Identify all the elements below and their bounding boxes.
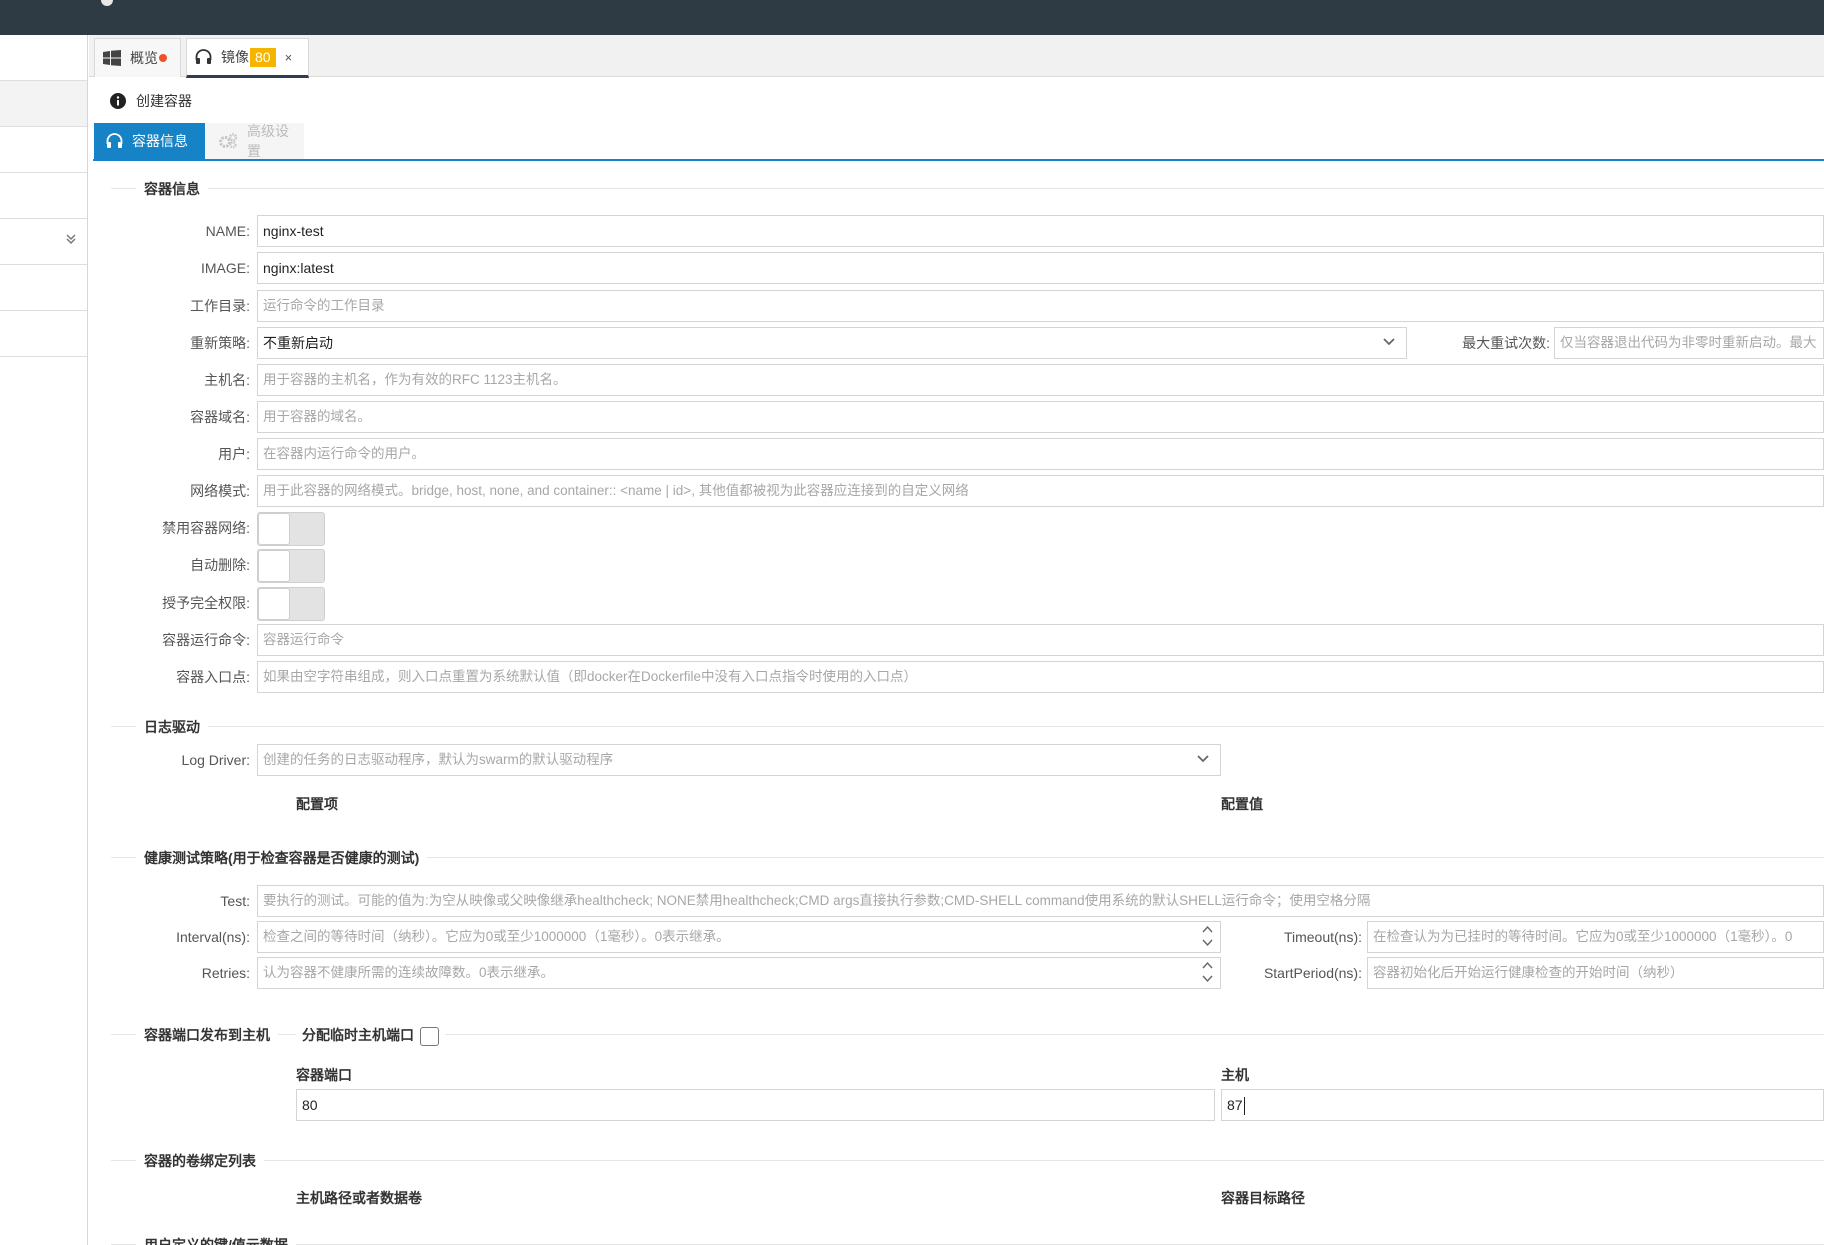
section-title: 容器信息 — [136, 179, 208, 199]
command-label: 容器运行命令: — [162, 632, 250, 648]
select-value: 不重新启动 — [263, 335, 333, 351]
name-label: NAME: — [205, 223, 250, 239]
section-health-check: 健康测试策略(用于检查容器是否健康的测试) — [111, 847, 1824, 868]
retries-label: Retries: — [201, 965, 250, 981]
section-volumes: 容器的卷绑定列表 — [111, 1150, 1824, 1171]
timeout-label: Timeout(ns): — [1283, 929, 1362, 945]
section-title: 健康测试策略(用于检查容器是否健康的测试) — [136, 848, 428, 868]
info-circle-icon — [110, 93, 126, 109]
max-retry-label: 最大重试次数: — [1462, 335, 1550, 351]
section-port-publish: 容器端口发布到主机 分配临时主机端口 — [111, 1024, 1824, 1046]
form-tabs: 容器信息 高级设置 — [93, 123, 1824, 161]
privileged-toggle[interactable] — [257, 587, 325, 621]
sidebar-item[interactable] — [0, 127, 87, 173]
command-input[interactable]: 容器运行命令 — [257, 624, 1824, 656]
disable-network-label: 禁用容器网络: — [162, 520, 250, 536]
count-badge: 80 — [250, 47, 276, 67]
top-bar — [0, 0, 1824, 35]
section-title: 容器的卷绑定列表 — [136, 1151, 264, 1171]
section-labels: 用户定义的键/值元数据 — [111, 1234, 1824, 1245]
container-port-header: 容器端口 — [296, 1067, 352, 1083]
image-label: IMAGE: — [200, 260, 250, 276]
restart-policy-label: 重新策略: — [190, 335, 250, 351]
chevron-down-icon — [1196, 751, 1210, 765]
test-input[interactable]: 要执行的测试。可能的值为:为空从映像或父映像继承healthcheck; NON… — [257, 885, 1824, 917]
panel-title: 创建容器 — [110, 91, 192, 111]
toggle-knob — [258, 588, 290, 620]
test-label: Test: — [220, 893, 250, 909]
start-period-input[interactable]: 容器初始化后开始运行健康检查的开始时间（纳秒） — [1367, 957, 1824, 989]
hostname-input[interactable]: 用于容器的主机名，作为有效的RFC 1123主机名。 — [257, 364, 1824, 396]
headset-icon — [195, 49, 212, 65]
entrypoint-label: 容器入口点: — [176, 669, 250, 685]
close-icon[interactable]: × — [285, 50, 293, 65]
config-value-header: 配置值 — [1221, 796, 1263, 812]
entrypoint-input[interactable]: 如果由空字符串组成，则入口点重置为系统默认值（即docker在Dockerfil… — [257, 661, 1824, 693]
toggle-knob — [258, 513, 290, 545]
container-port-input[interactable]: 80 — [296, 1089, 1215, 1121]
sidebar-item-active[interactable] — [0, 81, 87, 127]
tab-label: 高级设置 — [247, 123, 289, 159]
ephemeral-port-option: 分配临时主机端口 — [296, 1025, 445, 1046]
config-key-header: 配置项 — [296, 796, 338, 812]
user-input[interactable]: 在容器内运行命令的用户。 — [257, 438, 1824, 470]
unsaved-dot-icon — [159, 54, 167, 62]
sidebar-item[interactable] — [0, 35, 87, 81]
windows-icon — [103, 50, 121, 66]
start-period-label: StartPeriod(ns): — [1263, 965, 1362, 981]
host-path-header: 主机路径或者数据卷 — [296, 1190, 422, 1206]
section-title: 用户定义的键/值元数据 — [136, 1235, 296, 1245]
hostname-label: 主机名: — [204, 372, 250, 388]
network-mode-label: 网络模式: — [190, 483, 250, 499]
gears-icon — [218, 133, 238, 149]
restart-policy-select[interactable]: 不重新启动 — [257, 327, 1407, 359]
ephemeral-port-checkbox[interactable] — [420, 1026, 439, 1046]
domain-label: 容器域名: — [190, 409, 250, 425]
container-path-header: 容器目标路径 — [1221, 1190, 1305, 1206]
log-driver-select[interactable]: 创建的任务的日志驱动程序，默认为swarm的默认驱动程序 — [257, 744, 1221, 776]
tab-label: 概览 — [130, 50, 158, 66]
log-driver-label: Log Driver: — [181, 752, 250, 768]
workdir-input[interactable]: 运行命令的工作目录 — [257, 290, 1824, 322]
select-placeholder: 创建的任务的日志驱动程序，默认为swarm的默认驱动程序 — [263, 752, 614, 767]
host-port-input[interactable]: 87 — [1221, 1089, 1824, 1121]
max-retry-input[interactable]: 仅当容器退出代码为非零时重新启动。最大 — [1554, 327, 1824, 359]
tab-label: 镜像 — [221, 49, 249, 65]
auto-remove-label: 自动删除: — [190, 557, 250, 573]
workdir-label: 工作目录: — [190, 298, 250, 314]
panel-title-text: 创建容器 — [136, 93, 192, 109]
privileged-label: 授予完全权限: — [162, 595, 250, 611]
tab-overview[interactable]: 概览 — [94, 38, 181, 77]
tab-bar: 概览 镜像 80 × — [89, 35, 1824, 78]
user-avatar-icon[interactable] — [101, 0, 113, 6]
image-input[interactable]: nginx:latest — [257, 252, 1824, 284]
retries-input[interactable]: 认为容器不健康所需的连续故障数。0表示继承。 — [257, 957, 1221, 989]
host-port-header: 主机 — [1221, 1067, 1249, 1083]
name-input[interactable]: nginx-test — [257, 215, 1824, 247]
host-port-value: 87 — [1227, 1097, 1243, 1113]
disable-network-toggle[interactable] — [257, 512, 325, 546]
domain-input[interactable]: 用于容器的域名。 — [257, 401, 1824, 433]
sidebar-item[interactable] — [0, 173, 87, 219]
network-mode-input[interactable]: 用于此容器的网络模式。bridge, host, none, and conta… — [257, 475, 1824, 507]
toggle-knob — [258, 550, 290, 582]
user-label: 用户: — [218, 446, 250, 462]
tab-container-info[interactable]: 容器信息 — [94, 123, 205, 159]
auto-remove-toggle[interactable] — [257, 549, 325, 583]
tab-label: 容器信息 — [132, 133, 188, 149]
tab-advanced-settings[interactable]: 高级设置 — [206, 123, 304, 159]
section-log-driver: 日志驱动 — [111, 716, 1824, 737]
text-cursor — [1243, 1097, 1245, 1116]
section-container-info: 容器信息 — [111, 178, 1824, 199]
interval-input[interactable]: 检查之间的等待时间（纳秒）。它应为0或至少1000000（1毫秒）。0表示继承。 — [257, 921, 1221, 953]
section-title: 日志驱动 — [136, 717, 208, 737]
interval-label: Interval(ns): — [176, 929, 250, 945]
ephemeral-port-label: 分配临时主机端口 — [302, 1027, 414, 1043]
input-placeholder: 认为容器不健康所需的连续故障数。0表示继承。 — [263, 965, 555, 980]
headset-icon — [106, 133, 123, 149]
input-placeholder: 检查之间的等待时间（纳秒）。它应为0或至少1000000（1毫秒）。0表示继承。 — [263, 929, 730, 944]
tab-images[interactable]: 镜像 80 × — [186, 38, 309, 78]
section-title: 容器端口发布到主机 — [136, 1025, 278, 1045]
timeout-input[interactable]: 在检查认为为已挂时的等待时间。它应为0或至少1000000（1毫秒）。0 — [1367, 921, 1824, 953]
